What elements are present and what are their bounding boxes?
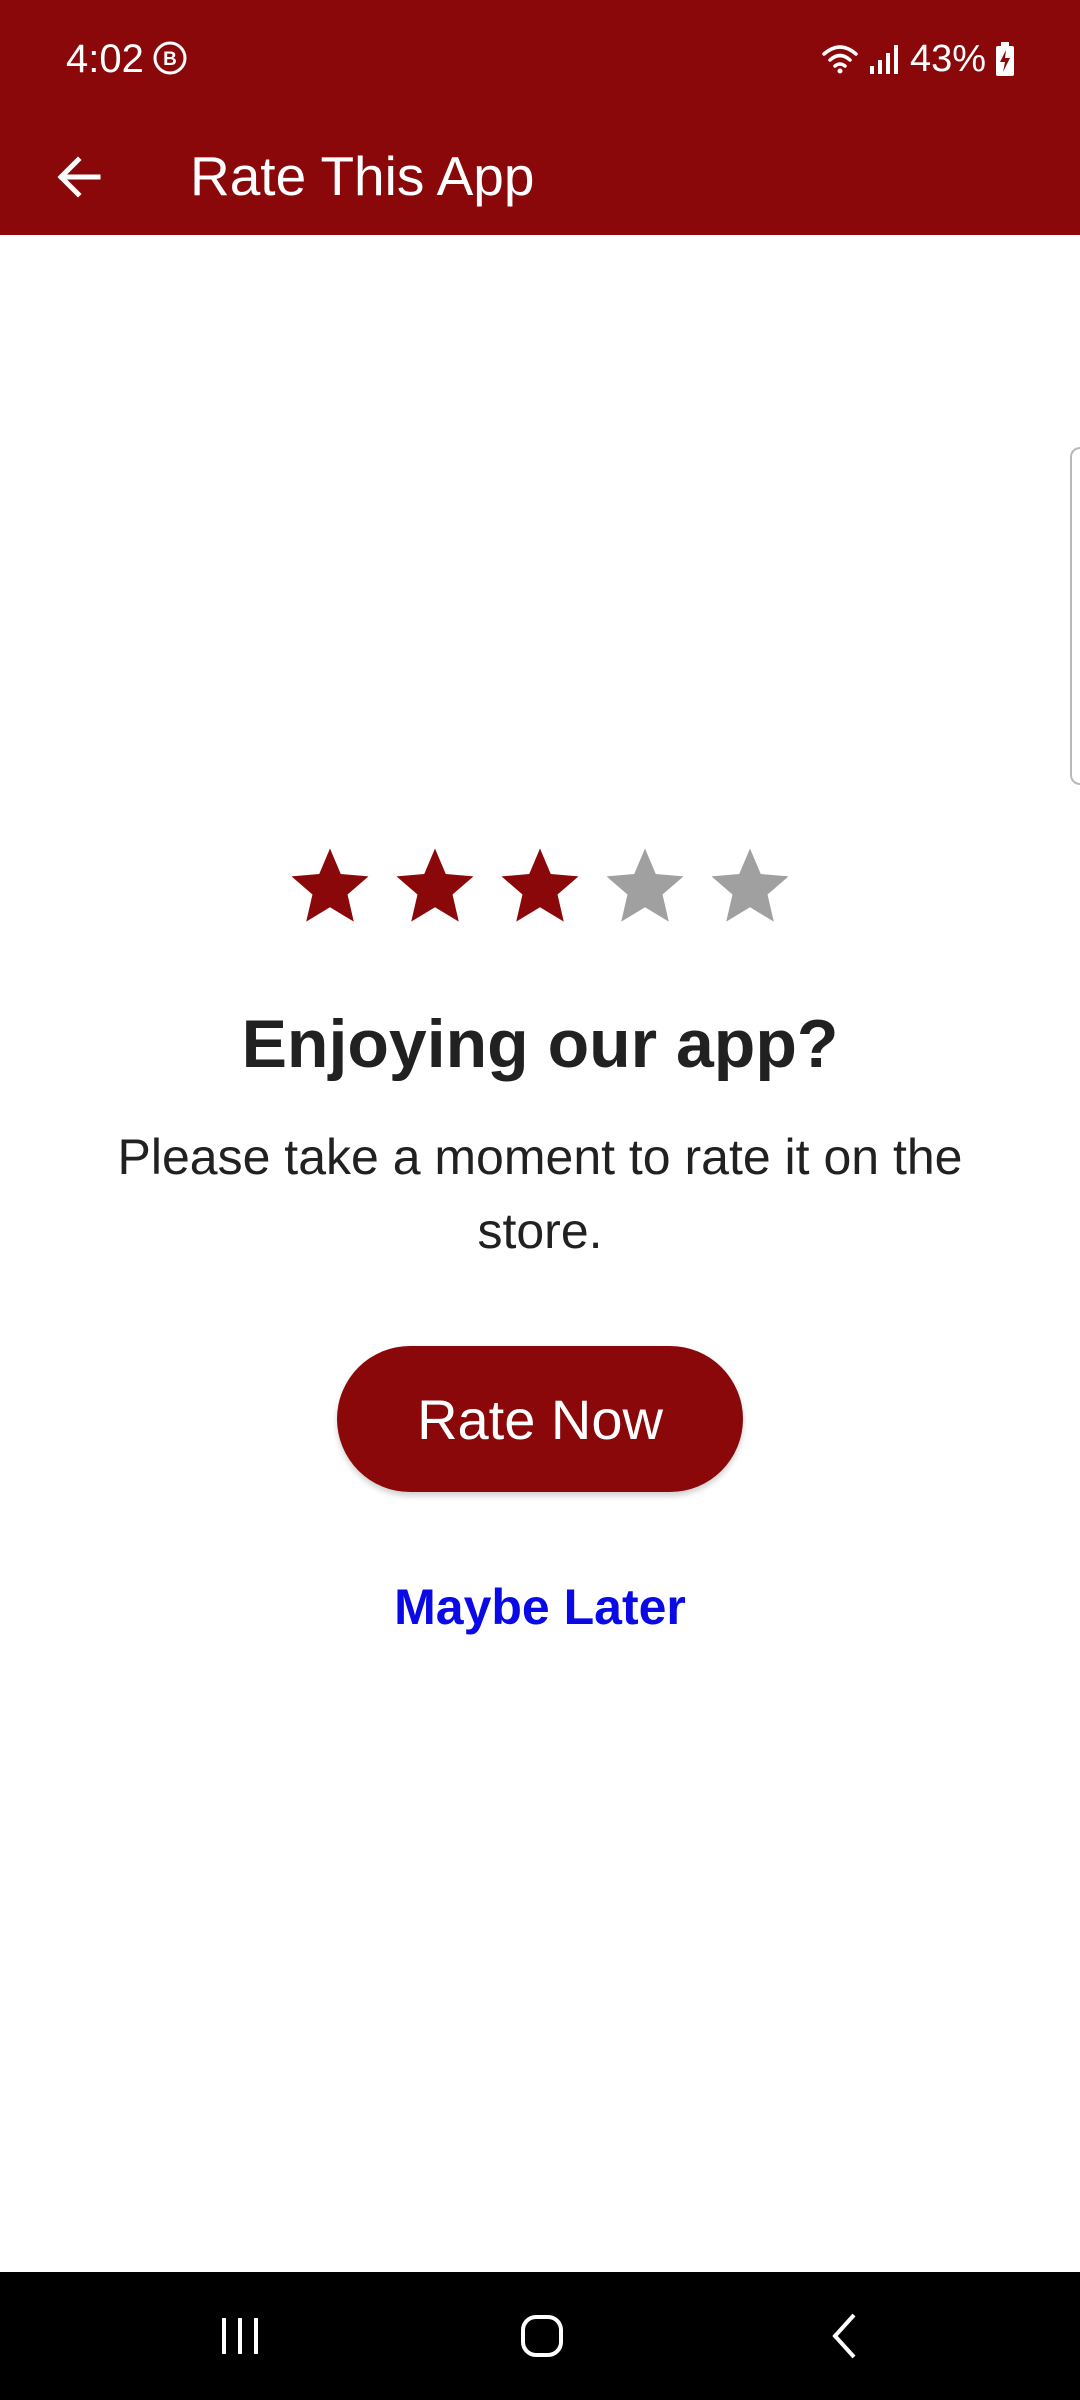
maybe-later-link[interactable]: Maybe Later xyxy=(0,1570,1080,1644)
rate-message: Please take a moment to rate it on the s… xyxy=(117,1129,963,1259)
star-empty-icon[interactable] xyxy=(706,843,794,931)
back-button[interactable] xyxy=(44,142,114,212)
app-bar: Rate This App xyxy=(0,118,1080,235)
star-rating[interactable] xyxy=(0,843,1080,933)
headline: Enjoying our app? xyxy=(241,1006,839,1082)
wifi-icon xyxy=(822,45,858,74)
navigation-bar xyxy=(0,2272,1080,2400)
edge-panel-handle[interactable] xyxy=(1070,447,1080,785)
battery-charging-icon xyxy=(996,42,1014,76)
star-filled-icon[interactable] xyxy=(496,843,584,931)
status-right-group: 43% xyxy=(820,30,1016,88)
svg-text:B: B xyxy=(163,49,177,70)
page-title: Rate This App xyxy=(190,145,535,207)
status-time: 4:02 xyxy=(66,37,144,81)
home-icon xyxy=(521,2315,563,2357)
recents-button[interactable] xyxy=(180,2296,300,2376)
recents-icon xyxy=(222,2318,258,2354)
star-filled-icon[interactable] xyxy=(286,843,374,931)
star-empty-icon[interactable] xyxy=(601,843,689,931)
rate-now-button[interactable]: Rate Now xyxy=(337,1346,743,1492)
back-nav-button[interactable] xyxy=(785,2296,905,2376)
back-icon xyxy=(832,2313,856,2359)
arrow-left-icon xyxy=(57,156,101,198)
home-button[interactable] xyxy=(482,2296,602,2376)
battery-percent: 43% xyxy=(909,38,986,80)
b-badge-icon: B xyxy=(153,41,187,75)
status-bar: 4:02 B 43% xyxy=(0,0,1080,118)
star-filled-icon[interactable] xyxy=(391,843,479,931)
signal-icon xyxy=(869,45,898,74)
